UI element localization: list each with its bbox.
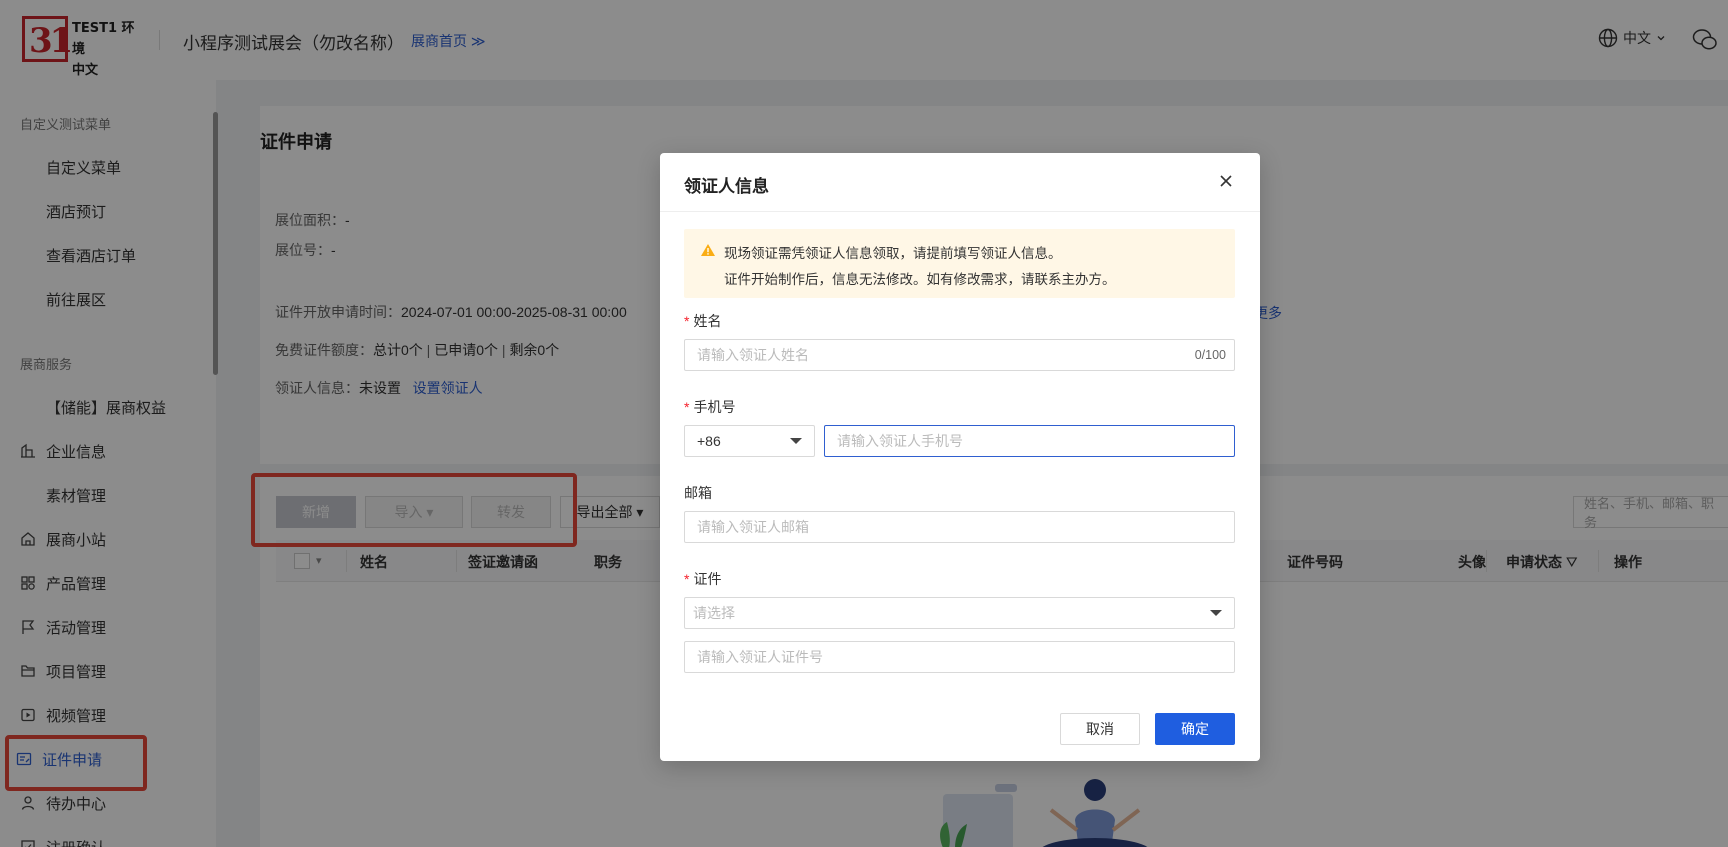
confirm-button[interactable]: 确定 [1155, 713, 1235, 745]
notice-banner: 现场领证需凭领证人信息领取，请提前填写领证人信息。 证件开始制作后，信息无法修改… [684, 229, 1235, 298]
cancel-button[interactable]: 取消 [1060, 713, 1140, 745]
close-icon[interactable] [1218, 173, 1234, 189]
caret-down-icon [790, 438, 802, 444]
warning-icon [701, 244, 715, 256]
caret-down-icon [1210, 610, 1222, 616]
phone-placeholder: 请输入领证人手机号 [837, 433, 963, 449]
email-placeholder: 请输入领证人邮箱 [697, 519, 809, 535]
name-input[interactable]: 请输入领证人姓名 0/100 [684, 339, 1235, 371]
certificate-label-text: 证件 [693, 571, 722, 587]
certificate-type-select[interactable]: 请选择 [684, 597, 1235, 629]
certificate-type-placeholder: 请选择 [693, 605, 735, 621]
certificate-label: * 证件 [684, 569, 721, 589]
required-mark: * [684, 571, 690, 587]
certificate-number-placeholder: 请输入领证人证件号 [697, 649, 823, 665]
phone-input[interactable]: 请输入领证人手机号 [824, 425, 1235, 457]
name-label: * 姓名 [684, 311, 721, 331]
name-placeholder: 请输入领证人姓名 [697, 347, 809, 363]
notice-text-1: 现场领证需凭领证人信息领取，请提前填写领证人信息。 [724, 246, 1062, 261]
dialog-title: 领证人信息 [684, 177, 769, 196]
phone-label-text: 手机号 [693, 399, 736, 415]
required-mark: * [684, 313, 690, 329]
country-code-value: +86 [697, 433, 721, 449]
phone-label: * 手机号 [684, 397, 735, 417]
email-label: 邮箱 [684, 485, 712, 501]
name-char-count: 0/100 [1194, 348, 1226, 362]
collector-info-dialog: 领证人信息 现场领证需凭领证人信息领取，请提前填写领证人信息。 证件开始制作后，… [660, 153, 1260, 761]
dialog-header: 领证人信息 [660, 153, 1260, 212]
notice-text-2: 证件开始制作后，信息无法修改。如有修改需求，请联系主办方。 [724, 272, 1116, 287]
country-code-select[interactable]: +86 [684, 425, 815, 457]
required-mark: * [684, 399, 690, 415]
email-input[interactable]: 请输入领证人邮箱 [684, 511, 1235, 543]
certificate-number-input[interactable]: 请输入领证人证件号 [684, 641, 1235, 673]
name-label-text: 姓名 [693, 313, 722, 329]
